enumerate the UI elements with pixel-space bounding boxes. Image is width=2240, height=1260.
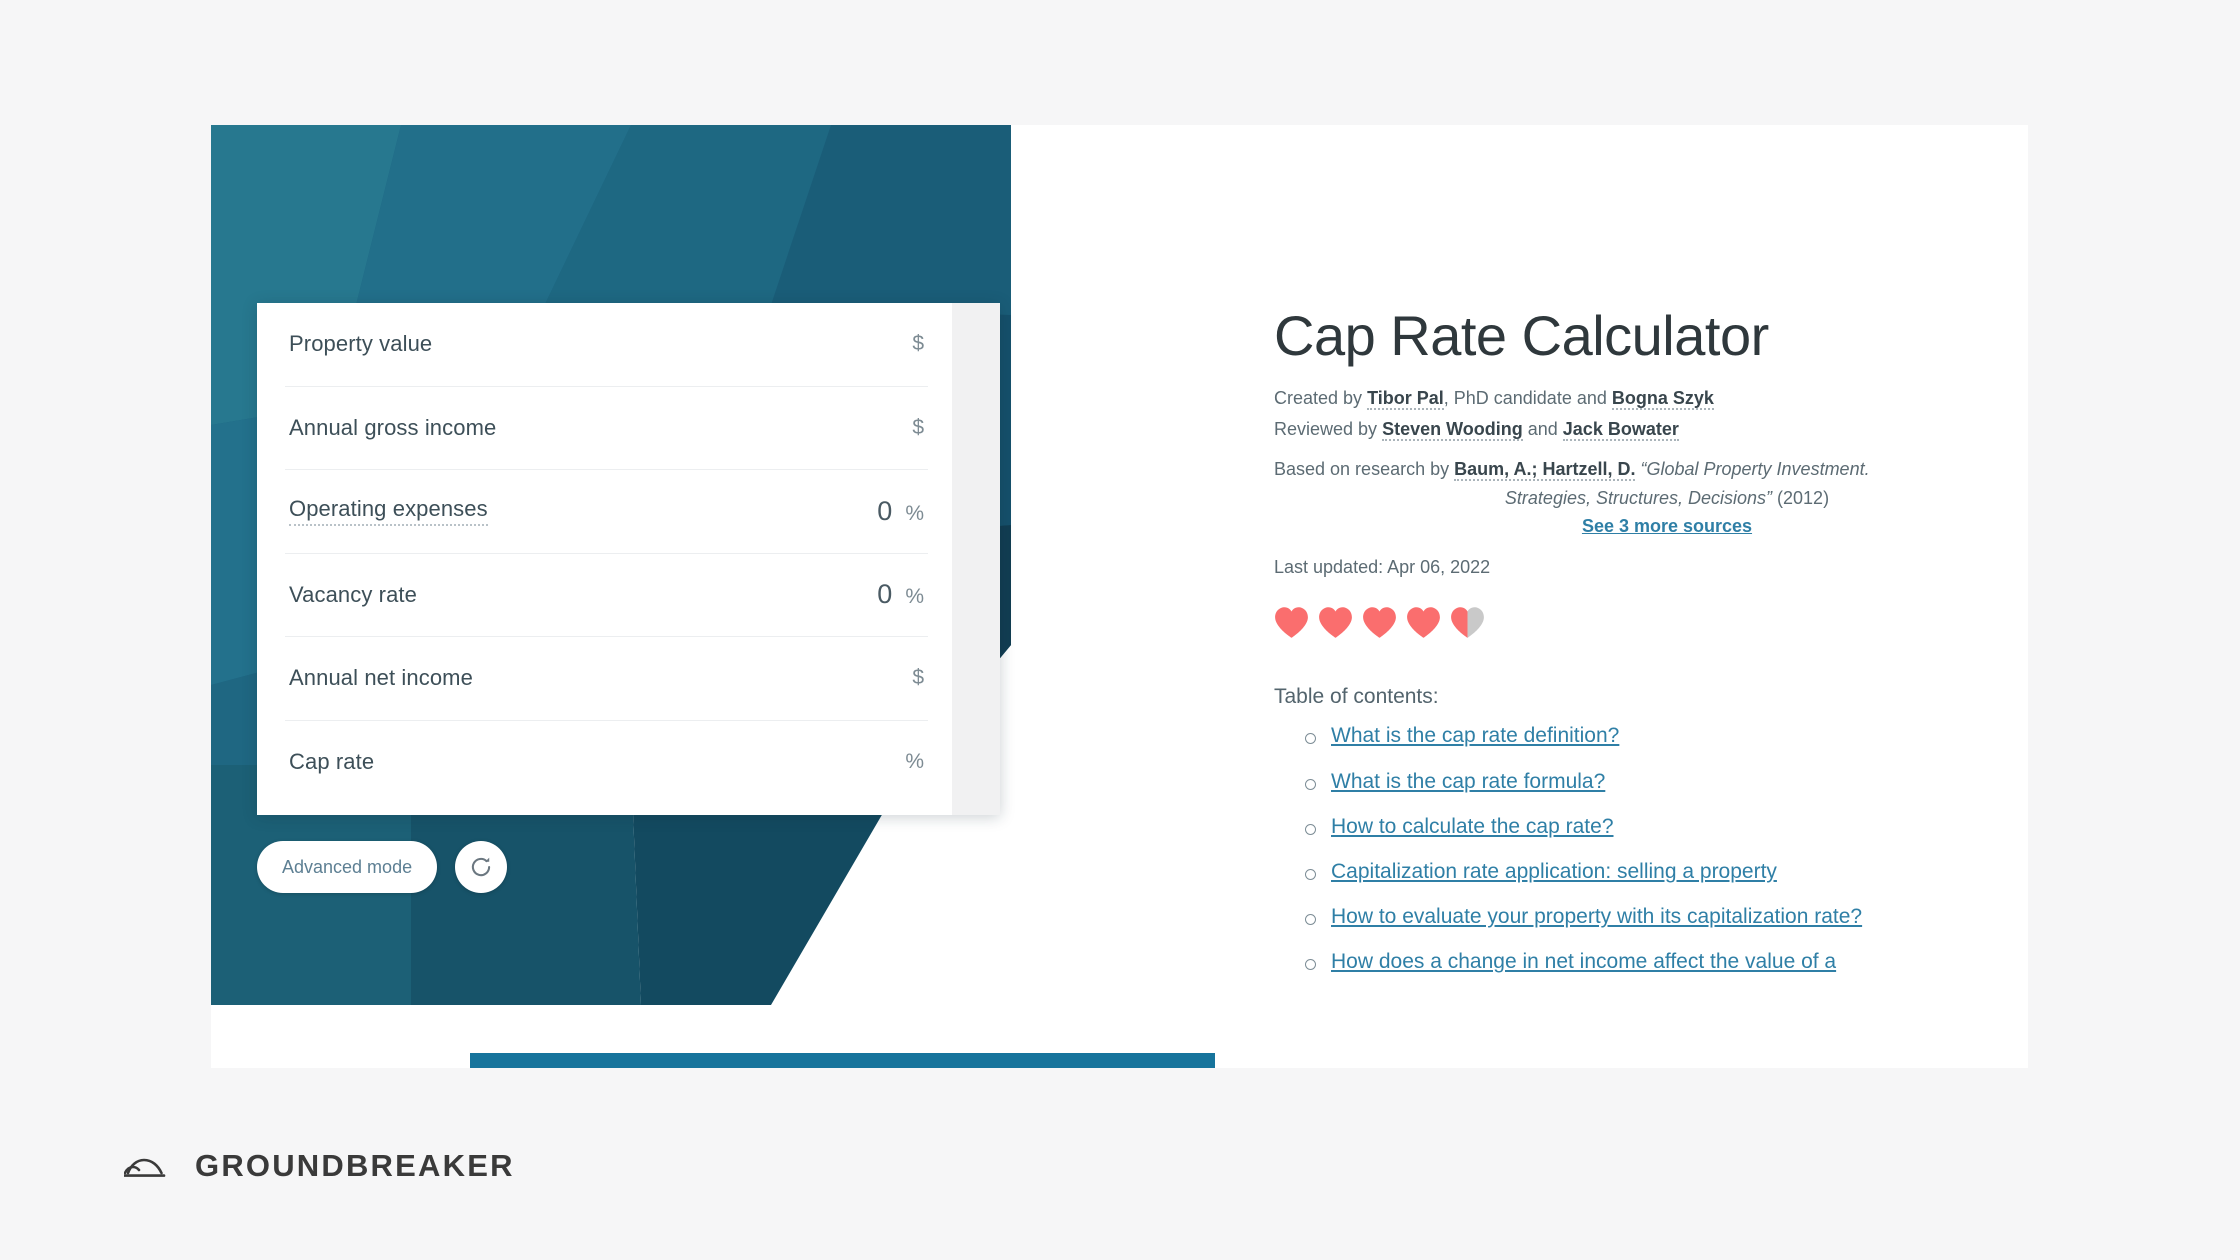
research-citation-line1: Based on research by Baum, A.; Hartzell,… bbox=[1274, 455, 1974, 484]
toc-item: What is the cap rate definition? bbox=[1274, 723, 1974, 748]
field-label-cap-rate: Cap rate bbox=[289, 749, 375, 775]
created-by-prefix: Created by bbox=[1274, 387, 1368, 408]
research-citation-title-part2: Strategies, Structures, Decisions” bbox=[1504, 488, 1773, 509]
advanced-mode-button[interactable]: Advanced mode bbox=[257, 841, 438, 893]
more-sources-wrap: See 3 more sources bbox=[1274, 516, 1974, 537]
field-value-vacancy-rate[interactable]: 0 bbox=[877, 579, 892, 610]
toc-link-how-to-calculate[interactable]: How to calculate the cap rate? bbox=[1331, 815, 1614, 838]
heart-icon-5-half[interactable] bbox=[1450, 606, 1485, 639]
table-of-contents-label: Table of contents: bbox=[1274, 685, 1439, 709]
field-right-vacancy-rate: 0 % bbox=[877, 579, 924, 610]
field-unit-vacancy-rate: % bbox=[905, 585, 924, 609]
reviewed-by-line: Reviewed by Steven Wooding and Jack Bowa… bbox=[1274, 415, 1974, 444]
reviewer-link-steven-wooding[interactable]: Steven Wooding bbox=[1382, 418, 1523, 441]
toc-item: How does a change in net income affect t… bbox=[1274, 949, 1974, 974]
field-right-annual-gross-income: $ bbox=[897, 416, 924, 440]
heart-icon-4-filled[interactable] bbox=[1406, 606, 1441, 639]
toc-item: Capitalization rate application: selling… bbox=[1274, 859, 1974, 884]
calculator-row-vacancy-rate[interactable]: Vacancy rate 0 % bbox=[285, 554, 928, 637]
last-updated-text: Last updated: Apr 06, 2022 bbox=[1274, 557, 1491, 578]
created-by-line: Created by Tibor Pal, PhD candidate and … bbox=[1274, 384, 1974, 413]
calculator-row-annual-net-income[interactable]: Annual net income $ bbox=[285, 637, 928, 721]
calculator-card: Property value $ Annual gross income $ O… bbox=[257, 303, 1000, 815]
toc-link-cap-rate-definition[interactable]: What is the cap rate definition? bbox=[1331, 724, 1619, 747]
field-label-property-value: Property value bbox=[289, 331, 433, 357]
toc-link-evaluate-property[interactable]: How to evaluate your property with its c… bbox=[1331, 905, 1862, 928]
field-right-cap-rate: % bbox=[892, 750, 924, 774]
calculator-rows: Property value $ Annual gross income $ O… bbox=[257, 303, 952, 815]
calculator-actions: Advanced mode bbox=[257, 841, 508, 893]
reviewed-by-prefix: Reviewed by bbox=[1274, 418, 1383, 439]
reviewed-by-middle: and bbox=[1522, 418, 1563, 439]
toc-item: How to calculate the cap rate? bbox=[1274, 814, 1974, 839]
see-more-sources-link[interactable]: See 3 more sources bbox=[1582, 516, 1752, 536]
author-link-bogna-szyk[interactable]: Bogna Szyk bbox=[1611, 387, 1714, 410]
research-prefix: Based on research by bbox=[1274, 459, 1455, 480]
heart-icon-3-filled[interactable] bbox=[1362, 606, 1397, 639]
field-right-operating-expenses: 0 % bbox=[877, 496, 924, 527]
research-citation-line2: Strategies, Structures, Decisions” (2012… bbox=[1274, 484, 1974, 513]
rating-hearts bbox=[1274, 606, 1974, 639]
calculator-row-property-value[interactable]: Property value $ bbox=[285, 303, 928, 387]
table-of-contents-list: What is the cap rate definition? What is… bbox=[1274, 723, 1974, 974]
field-value-operating-expenses[interactable]: 0 bbox=[877, 496, 892, 527]
groundbreaker-hill-logo-icon bbox=[124, 1158, 166, 1177]
article-column: Cap Rate Calculator Created by Tibor Pal… bbox=[1274, 304, 1974, 995]
calculator-row-cap-rate[interactable]: Cap rate % bbox=[285, 721, 928, 805]
field-unit-annual-net-income: $ bbox=[912, 666, 924, 690]
field-right-annual-net-income: $ bbox=[897, 666, 924, 690]
reviewer-link-jack-bowater[interactable]: Jack Bowater bbox=[1562, 418, 1679, 441]
research-citation-title-part1: “Global Property Investment. bbox=[1635, 459, 1870, 480]
toc-item: What is the cap rate formula? bbox=[1274, 769, 1974, 794]
calculator-row-annual-gross-income[interactable]: Annual gross income $ bbox=[285, 387, 928, 470]
toc-link-selling-a-property[interactable]: Capitalization rate application: selling… bbox=[1331, 860, 1777, 883]
heart-icon-2-filled[interactable] bbox=[1318, 606, 1353, 639]
embedded-page-frame: Property value $ Annual gross income $ O… bbox=[211, 125, 2028, 1068]
field-right-property-value: $ bbox=[897, 332, 924, 356]
similar-calculators-cta[interactable]: Check out 13 similar real estate calcula… bbox=[470, 1053, 1215, 1068]
toc-item: How to evaluate your property with its c… bbox=[1274, 904, 1974, 929]
reload-button[interactable] bbox=[455, 841, 508, 893]
toc-link-cap-rate-formula[interactable]: What is the cap rate formula? bbox=[1331, 770, 1605, 793]
heart-icon-1-filled[interactable] bbox=[1274, 606, 1309, 639]
reload-icon bbox=[471, 857, 491, 877]
groundbreaker-footer-logo: GROUNDBREAKER bbox=[124, 1148, 515, 1184]
field-label-annual-net-income: Annual net income bbox=[289, 665, 473, 691]
field-unit-property-value: $ bbox=[912, 332, 924, 356]
advanced-mode-label: Advanced mode bbox=[282, 856, 413, 877]
groundbreaker-wordmark: GROUNDBREAKER bbox=[195, 1148, 515, 1183]
field-unit-annual-gross-income: $ bbox=[912, 415, 924, 439]
author-link-tibor-pal[interactable]: Tibor Pal bbox=[1367, 387, 1444, 410]
calculator-scrollbar[interactable] bbox=[952, 303, 1000, 815]
created-by-middle: , PhD candidate and bbox=[1443, 387, 1612, 408]
field-unit-cap-rate: % bbox=[905, 750, 924, 774]
calculator-row-operating-expenses[interactable]: Operating expenses 0 % bbox=[285, 470, 928, 554]
field-label-annual-gross-income: Annual gross income bbox=[289, 414, 497, 440]
toc-link-net-income-change[interactable]: How does a change in net income affect t… bbox=[1331, 950, 1836, 973]
field-label-operating-expenses: Operating expenses bbox=[289, 496, 488, 527]
field-label-vacancy-rate: Vacancy rate bbox=[289, 581, 417, 607]
page-title: Cap Rate Calculator bbox=[1274, 304, 1769, 367]
field-unit-operating-expenses: % bbox=[905, 501, 924, 525]
research-citation-year: (2012) bbox=[1772, 488, 1830, 509]
research-authors-link[interactable]: Baum, A.; Hartzell, D. bbox=[1454, 459, 1636, 482]
